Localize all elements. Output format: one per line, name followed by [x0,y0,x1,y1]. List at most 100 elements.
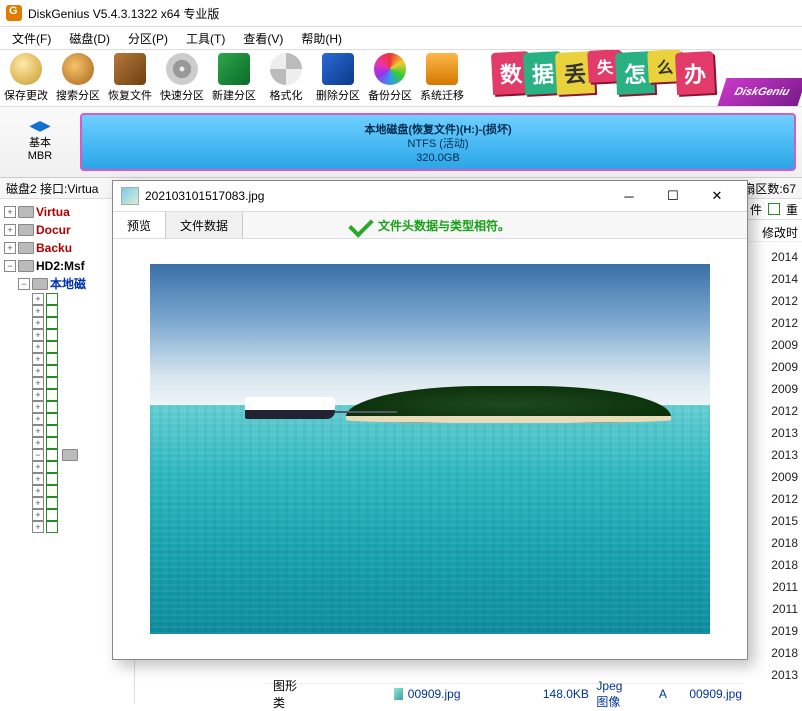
promo-card[interactable]: 办 [675,51,715,95]
tb-delete-part[interactable]: 删除分区 [312,53,364,103]
check-icon [348,212,373,237]
checkbox-icon[interactable] [46,353,58,365]
year-cell[interactable]: 2013 [742,664,798,686]
expand-icon[interactable]: + [32,521,44,533]
expand-icon[interactable]: + [32,437,44,449]
disk-map: ◀▶ 基本 MBR 本地磁盘(恢复文件)(H:)-(损坏) NTFS (活动) … [0,107,802,178]
tab-file-data[interactable]: 文件数据 [166,212,243,238]
partition-bar[interactable]: 本地磁盘(恢复文件)(H:)-(损坏) NTFS (活动) 320.0GB [80,113,796,171]
year-cell[interactable]: 2009 [742,466,798,488]
year-cell[interactable]: 2012 [742,290,798,312]
preview-titlebar[interactable]: 202103101517083.jpg ─ ☐ ✕ [113,181,747,211]
tb-search-part[interactable]: 搜索分区 [52,53,104,103]
checkbox-icon[interactable] [46,329,58,341]
expand-icon[interactable]: + [4,206,16,218]
col-modified[interactable]: 修改时 [742,220,802,242]
checkbox-icon[interactable] [46,509,58,521]
image-file-icon [121,187,139,205]
expand-icon[interactable]: + [32,293,44,305]
checkbox-icon[interactable] [46,401,58,413]
checkbox-icon[interactable] [46,317,58,329]
tb-format[interactable]: 格式化 [260,53,312,103]
year-cell[interactable]: 2013 [742,444,798,466]
year-cell[interactable]: 2009 [742,378,798,400]
expand-icon[interactable]: + [32,509,44,521]
menu-帮助[interactable]: 帮助(H) [293,28,350,49]
expand-icon[interactable]: + [32,317,44,329]
year-cell[interactable]: 2012 [742,312,798,334]
checkbox-icon[interactable] [46,485,58,497]
year-cell[interactable]: 2018 [742,554,798,576]
checkbox-icon[interactable] [46,425,58,437]
expand-icon[interactable]: + [32,365,44,377]
nav-arrows-icon[interactable]: ◀▶ [0,117,80,134]
expand-icon[interactable]: + [32,341,44,353]
menu-分区[interactable]: 分区(P) [120,28,176,49]
maximize-button[interactable]: ☐ [651,182,695,210]
tb-migrate[interactable]: 系统迁移 [416,53,468,103]
year-cell[interactable]: 2018 [742,532,798,554]
menu-磁盘[interactable]: 磁盘(D) [61,28,118,49]
year-cell[interactable]: 2014 [742,246,798,268]
tb-new-part[interactable]: 新建分区 [208,53,260,103]
expand-icon[interactable]: + [32,377,44,389]
expand-icon[interactable]: + [32,389,44,401]
checkbox-icon[interactable] [46,497,58,509]
year-cell[interactable]: 2013 [742,422,798,444]
expand-icon[interactable]: + [4,224,16,236]
expand-icon[interactable]: + [32,425,44,437]
expand-icon[interactable]: + [32,497,44,509]
year-cell[interactable]: 2019 [742,620,798,642]
checkbox-icon[interactable] [46,461,58,473]
year-cell[interactable]: 2018 [742,642,798,664]
collapse-icon[interactable]: − [4,260,16,272]
menu-文件[interactable]: 文件(F) [4,28,59,49]
row-type: Jpeg 图像 [596,679,636,710]
file-row[interactable]: 图形类 00909.jpg 148.0KB Jpeg 图像 A 00909.jp… [265,683,742,704]
preview-canvas [113,239,747,659]
expand-icon[interactable]: + [4,242,16,254]
checkbox-icon[interactable] [46,389,58,401]
checkbox-icon[interactable] [46,305,58,317]
year-cell[interactable]: 2011 [742,576,798,598]
checkbox-icon[interactable] [46,377,58,389]
collapse-icon[interactable]: − [32,449,44,461]
col-file[interactable]: 件 [750,201,762,218]
expand-icon[interactable]: + [32,353,44,365]
year-cell[interactable]: 2009 [742,334,798,356]
checkbox-icon[interactable] [46,449,58,461]
year-cell[interactable]: 2012 [742,400,798,422]
tb-recover[interactable]: 恢复文件 [104,53,156,103]
expand-icon[interactable]: + [32,413,44,425]
minimize-button[interactable]: ─ [607,182,651,210]
year-cell[interactable]: 2014 [742,268,798,290]
checkbox-icon[interactable] [46,521,58,533]
checkbox-icon[interactable] [46,365,58,377]
col-dup[interactable]: 重 [786,201,798,218]
year-cell[interactable]: 2012 [742,488,798,510]
menu-工具[interactable]: 工具(T) [178,28,233,49]
checkbox-icon[interactable] [46,341,58,353]
expand-icon[interactable]: + [32,473,44,485]
tb-save[interactable]: 保存更改 [0,53,52,103]
expand-icon[interactable]: + [32,401,44,413]
col-check-icon[interactable] [768,203,780,215]
expand-icon[interactable]: + [32,329,44,341]
year-cell[interactable]: 2015 [742,510,798,532]
checkbox-icon[interactable] [46,473,58,485]
expand-icon[interactable]: + [32,305,44,317]
expand-icon[interactable]: + [32,485,44,497]
menu-查看[interactable]: 查看(V) [235,28,291,49]
close-button[interactable]: ✕ [695,182,739,210]
tab-preview[interactable]: 预览 [113,212,166,238]
year-cell[interactable]: 2009 [742,356,798,378]
checkbox-icon[interactable] [46,437,58,449]
toolbar: 保存更改搜索分区恢复文件快速分区新建分区格式化删除分区备份分区系统迁移 数据丢失… [0,49,802,107]
tb-backup[interactable]: 备份分区 [364,53,416,103]
checkbox-icon[interactable] [46,293,58,305]
collapse-icon[interactable]: − [18,278,30,290]
expand-icon[interactable]: + [32,461,44,473]
tb-quick-part[interactable]: 快速分区 [156,53,208,103]
year-cell[interactable]: 2011 [742,598,798,620]
checkbox-icon[interactable] [46,413,58,425]
